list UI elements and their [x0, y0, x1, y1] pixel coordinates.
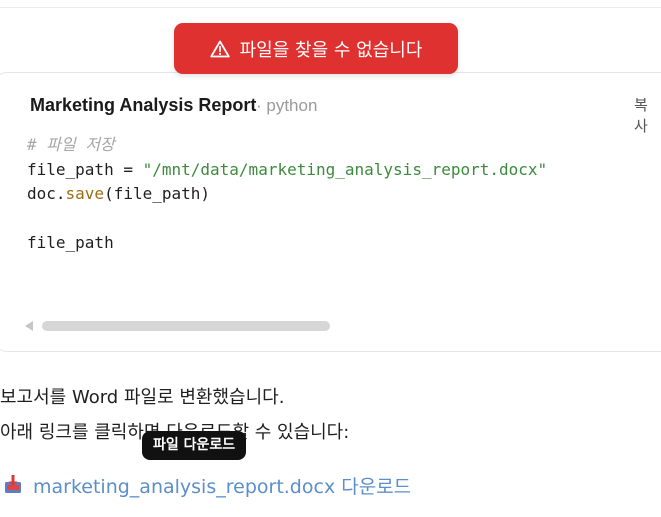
download-file-icon — [4, 474, 22, 498]
code-language-label: · python — [256, 96, 318, 115]
toast-message: 파일을 찾을 수 없습니다 — [239, 39, 423, 61]
copy-button[interactable]: 복사 — [634, 94, 661, 136]
code-block-title: Marketing Analysis Report — [30, 95, 257, 115]
download-tooltip: 파일 다운로드 — [142, 431, 247, 460]
horizontal-scrollbar[interactable] — [42, 321, 330, 331]
message-line-1: 보고서를 Word 파일로 변환했습니다. — [0, 387, 285, 408]
code-string: "/mnt/data/marketing_analysis_report.doc… — [142, 159, 548, 179]
download-link[interactable]: marketing_analysis_report.docx 다운로드 — [33, 472, 411, 499]
code-comment: # 파일 저장 — [27, 135, 115, 154]
code-return-var: file_path — [27, 233, 114, 252]
download-suffix[interactable]: 다운로드 — [341, 476, 411, 498]
code-function: save — [65, 184, 105, 203]
error-toast: 파일을 찾을 수 없습니다 — [174, 23, 458, 74]
warning-triangle-icon — [209, 40, 230, 58]
top-divider — [0, 7, 661, 8]
code-save-args: (file_path) — [104, 184, 211, 203]
code-save-obj: doc. — [27, 184, 66, 203]
download-filename[interactable]: marketing_analysis_report.docx — [33, 476, 335, 498]
code-assign-var: file_path = — [27, 159, 143, 179]
code-content: # 파일 저장 file_path = "/mnt/data/marketing… — [27, 133, 657, 256]
scroll-left-arrow-icon[interactable] — [25, 321, 33, 331]
